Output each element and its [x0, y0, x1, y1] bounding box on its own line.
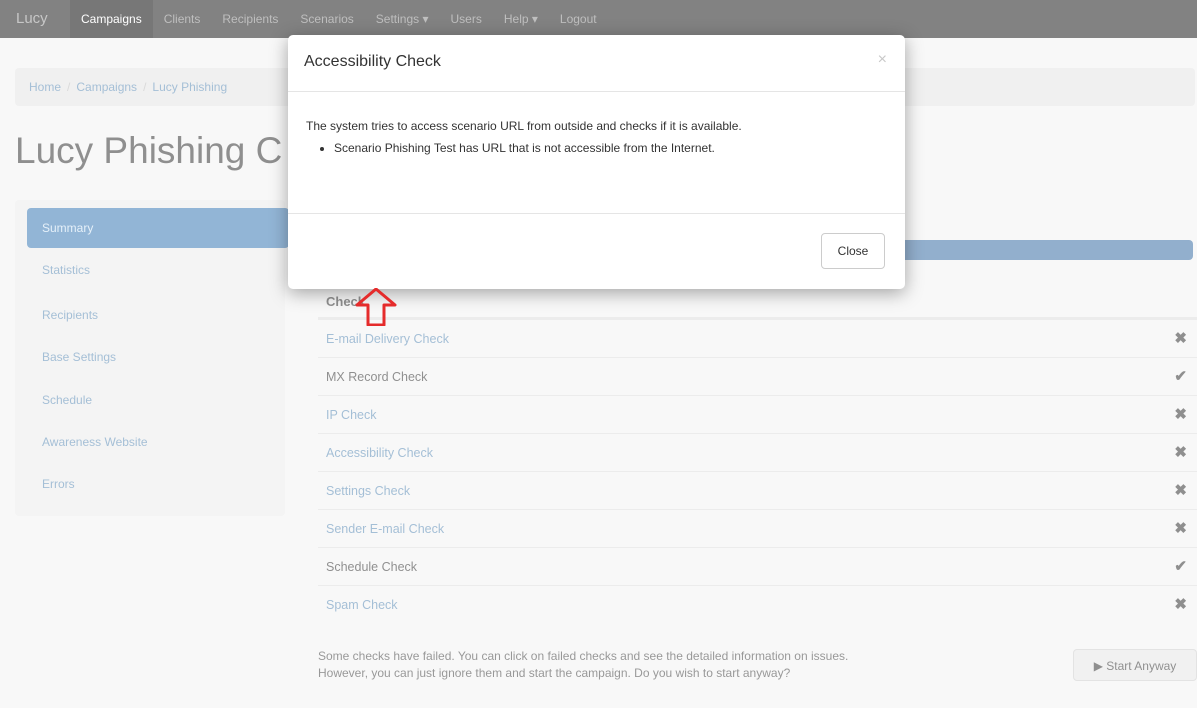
annotation-arrow-icon [355, 288, 397, 326]
modal-issue-list: Scenario Phishing Test has URL that is n… [306, 141, 886, 155]
modal-message: The system tries to access scenario URL … [306, 119, 742, 133]
modal-issue-item: Scenario Phishing Test has URL that is n… [334, 141, 886, 155]
close-icon[interactable]: × [878, 51, 887, 69]
close-button[interactable]: Close [821, 233, 885, 269]
modal-header: Accessibility Check × [288, 35, 905, 92]
modal-title: Accessibility Check [304, 53, 441, 70]
accessibility-check-modal: Accessibility Check × The system tries t… [288, 35, 905, 289]
modal-footer: Close [288, 213, 905, 290]
modal-body: The system tries to access scenario URL … [306, 119, 886, 155]
